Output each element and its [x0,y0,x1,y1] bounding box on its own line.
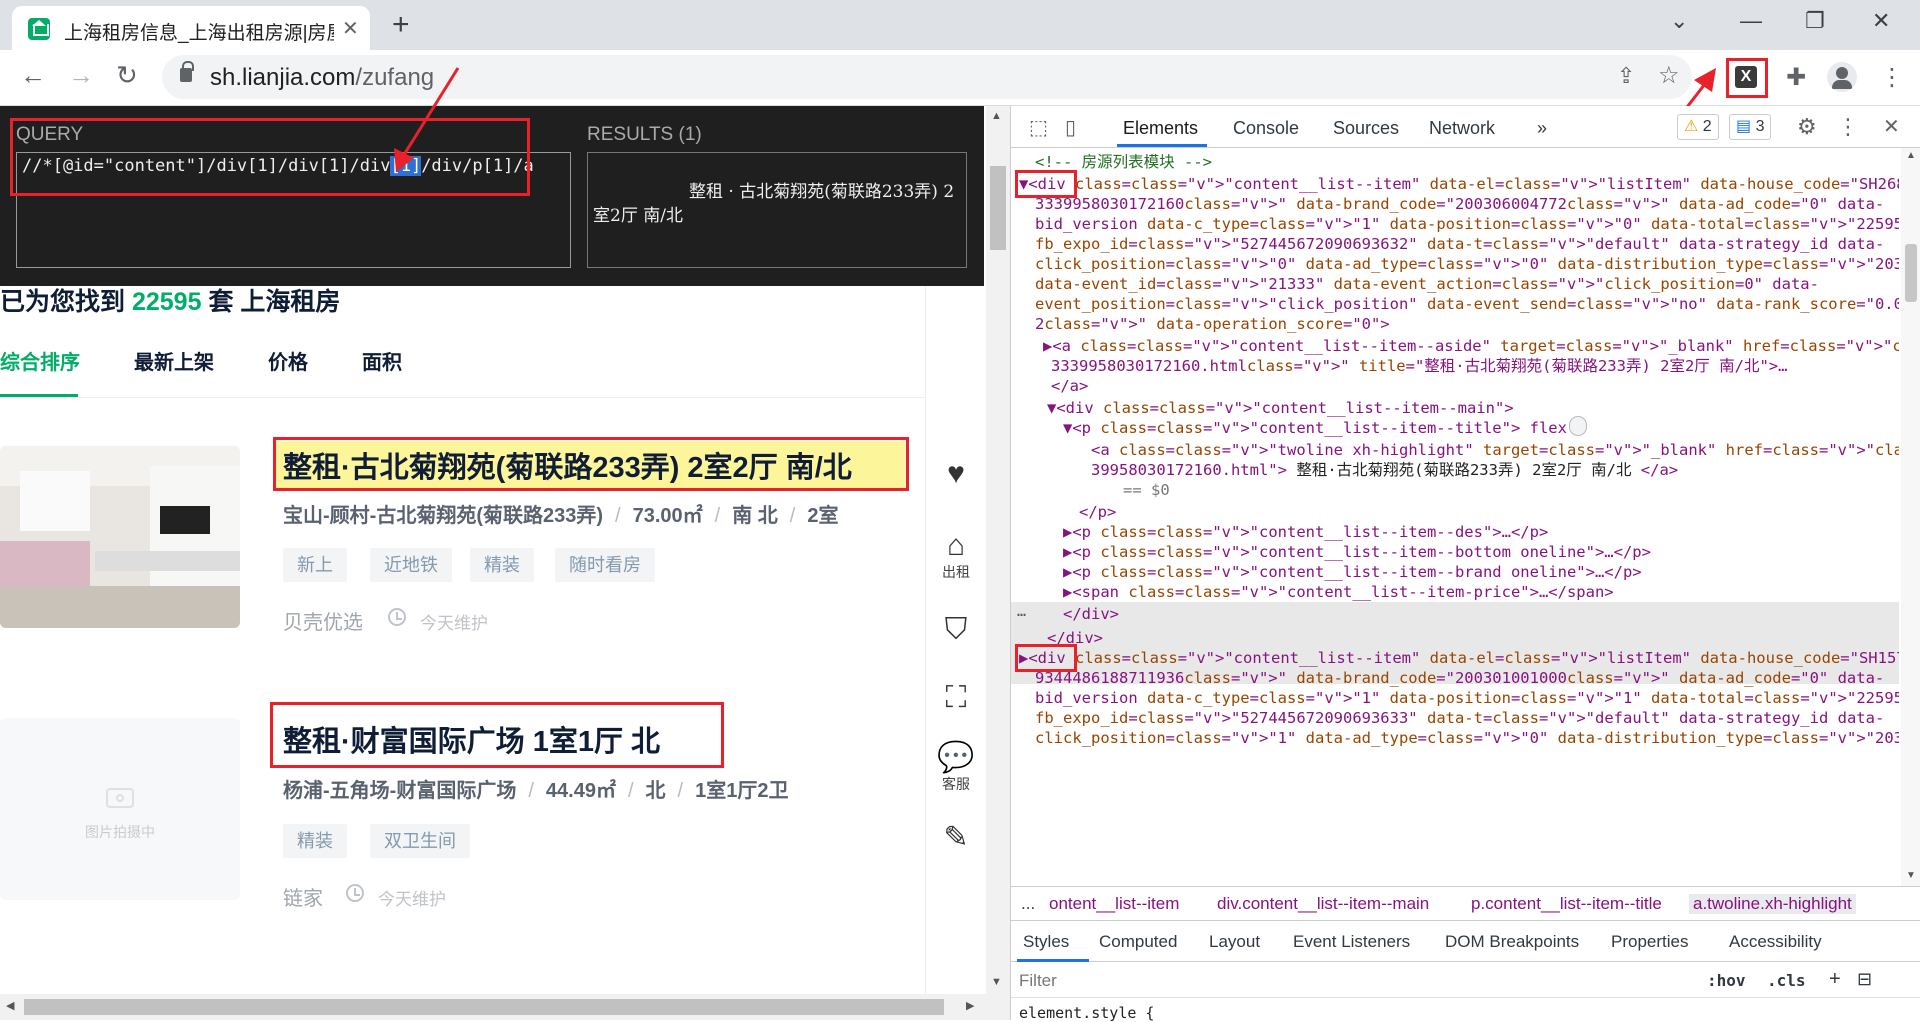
dom-tree-line[interactable]: data-event_id=class="v">"21333" data-eve… [1035,274,1819,294]
dom-tree-line[interactable]: <!-- 房源列表模块 --> [1035,152,1212,172]
devtools-panel: ⬚ ▯ Elements Console Sources Network » ⚠… [1010,106,1920,1022]
dom-tree-line[interactable]: ▼<div class=class="v">"content__list--it… [1047,398,1514,418]
breadcrumb-item-main[interactable]: div.content__list--item--main [1217,894,1429,914]
styles-pane-tabs: Styles Computed Layout Event Listeners D… [1011,920,1920,962]
tab-styles[interactable]: Styles [1023,932,1069,952]
tab-layout[interactable]: Layout [1209,932,1260,952]
node-options-icon[interactable]: … [1017,602,1026,620]
breadcrumb-list-item[interactable]: ontent__list--item [1049,894,1179,914]
dom-tree-line[interactable]: 3339958030172160.htmlclass="v">" title="… [1051,356,1787,376]
dom-tree-line[interactable]: ▶<div class=class="v">"content__list--it… [1019,648,1899,668]
annotation-box-div-2 [1015,644,1077,672]
dom-tree-line[interactable]: </a> [1051,376,1088,396]
toggle-sidebar-icon[interactable]: ⊟ [1857,969,1872,990]
dom-tree-line[interactable]: fb_expo_id=class="v">"527445672090693632… [1035,234,1884,254]
dom-breadcrumbs: ... ontent__list--item div.content__list… [1011,886,1920,920]
tab-elements[interactable]: Elements [1123,118,1198,139]
breadcrumb-more[interactable]: ... [1021,894,1035,914]
dom-tree-line[interactable]: </div> [1063,604,1119,624]
dom-tree-line[interactable]: ▶<p class=class="v">"content__list--item… [1063,522,1548,542]
tab-properties[interactable]: Properties [1611,932,1688,952]
tab-sources[interactable]: Sources [1333,118,1399,139]
tab-accessibility[interactable]: Accessibility [1729,932,1822,952]
devtools-close-icon[interactable]: ✕ [1883,114,1900,139]
devtools-scrollbar[interactable]: ▲ ▼ [1901,148,1920,886]
filter-input[interactable]: Filter [1019,971,1057,991]
warnings-badge[interactable]: ⚠ 2 [1677,114,1719,140]
annotation-box-div-1 [1015,170,1077,198]
dom-tree-line[interactable]: 39958030172160.html"> 整租·古北菊翔苑(菊联路233弄) … [1091,460,1678,480]
messages-count: 3 [1755,118,1765,135]
dom-tree-line[interactable]: 9344486188711936class="v">" data-brand_c… [1035,668,1884,688]
dom-tree-line[interactable]: ▼<p class=class="v">"content__list--item… [1063,418,1567,438]
tab-console[interactable]: Console [1233,118,1299,139]
styles-filter-bar: Filter :hov .cls + ⊟ [1011,962,1920,998]
class-toggle[interactable]: .cls [1767,971,1806,990]
tab-dom-breakpoints[interactable]: DOM Breakpoints [1445,932,1579,952]
dom-tree-line[interactable]: 2class="v">" data-operation_score="0"> [1035,314,1390,334]
active-tab-indicator [1117,144,1207,147]
more-tabs-icon[interactable]: » [1537,118,1547,139]
dom-tree-line[interactable]: == $0 [1123,480,1170,500]
element-style-rule: element.style { [1019,1004,1155,1022]
devtools-tabbar: ⬚ ▯ Elements Console Sources Network » ⚠… [1011,106,1920,148]
dom-tree-line[interactable]: </p> [1079,502,1116,522]
new-style-rule-icon[interactable]: + [1829,968,1841,991]
dom-tree-line[interactable]: 3339958030172160class="v">" data-brand_c… [1035,194,1884,214]
tab-computed[interactable]: Computed [1099,932,1177,952]
message-icon: ▤ [1736,118,1752,135]
messages-badge[interactable]: ▤ 3 [1729,114,1772,140]
dom-tree-line[interactable]: click_position=class="v">"0" data-ad_typ… [1035,254,1899,274]
dom-tree-line[interactable]: bid_version data-c_type=class="v">"1" da… [1035,688,1899,708]
warnings-count: 2 [1702,118,1712,135]
breadcrumb-highlight-link[interactable]: a.twoline.xh-highlight [1689,894,1856,914]
dom-tree-line[interactable]: event_position=class="v">"click_position… [1035,294,1899,314]
scroll-thumb[interactable] [1905,244,1917,302]
flex-badge[interactable] [1569,416,1587,436]
dom-tree-line[interactable]: ▶<p class=class="v">"content__list--item… [1063,562,1642,582]
device-toolbar-icon[interactable]: ▯ [1065,115,1076,140]
dom-tree-line[interactable]: bid_version data-c_type=class="v">"1" da… [1035,214,1899,234]
dom-tree-line[interactable]: ▶<p class=class="v">"content__list--item… [1063,542,1651,562]
dom-tree-line[interactable]: <a class=class="v">"twoline xh-highlight… [1091,440,1899,460]
dom-tree-line[interactable]: ▼<div class=class="v">"content__list--it… [1019,174,1899,194]
tab-event-listeners[interactable]: Event Listeners [1293,932,1410,952]
breadcrumb-item-title[interactable]: p.content__list--item--title [1471,894,1662,914]
tab-network[interactable]: Network [1429,118,1495,139]
dom-tree-line[interactable]: ▶<span class=class="v">"content__list--i… [1063,582,1614,602]
elements-tree: … <!-- 房源列表模块 --> ▼<div class=class="v">"… [1011,148,1899,886]
hover-state-toggle[interactable]: :hov [1707,971,1746,990]
dom-tree-line[interactable]: ▶<a class=class="v">"content__list--item… [1043,336,1899,356]
dom-tree-line[interactable]: click_position=class="v">"1" data-ad_typ… [1035,728,1899,748]
warning-icon: ⚠ [1684,118,1699,135]
inspect-element-icon[interactable]: ⬚ [1029,115,1048,140]
dom-tree-line[interactable]: fb_expo_id=class="v">"527445672090693633… [1035,708,1884,728]
devtools-menu-icon[interactable]: ⋮ [1837,114,1859,140]
settings-gear-icon[interactable]: ⚙ [1797,114,1817,140]
